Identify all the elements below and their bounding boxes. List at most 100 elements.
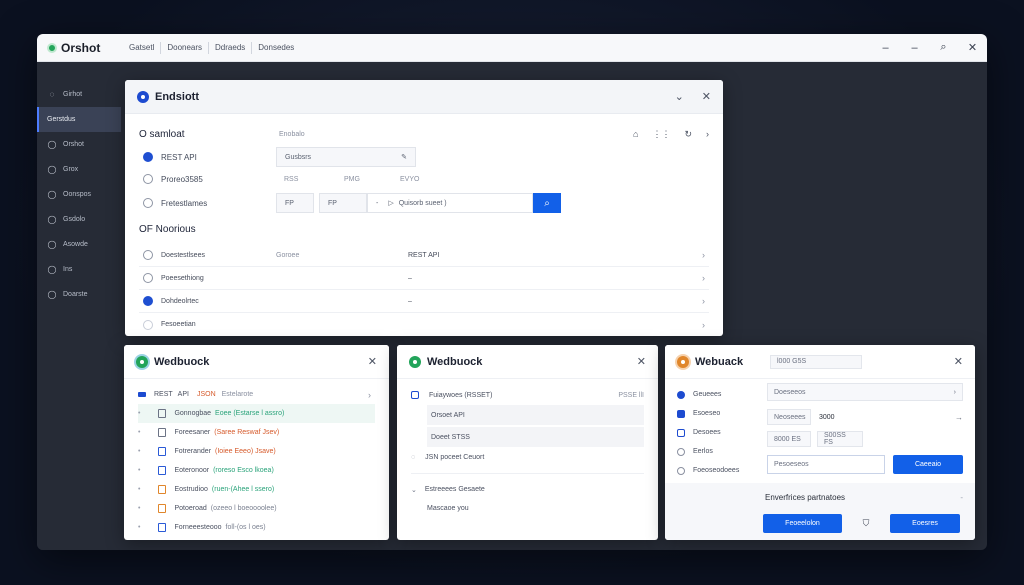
field-value: Gusbsrs xyxy=(285,153,312,161)
search-input[interactable]: - ▷ Quisorb sueet ) xyxy=(367,193,533,213)
sidebar-item-label: Asowde xyxy=(63,241,88,248)
menu-item-3[interactable]: Ddraeds xyxy=(208,41,251,54)
sidebar-item-3[interactable]: ◯ Orshot xyxy=(37,132,121,157)
close-icon[interactable]: ✕ xyxy=(702,90,711,103)
side-label: Eerlos xyxy=(693,448,713,455)
side-item[interactable]: Geueees xyxy=(665,385,763,404)
chevron-right-icon[interactable]: › xyxy=(702,296,709,306)
radio-icon xyxy=(143,174,153,184)
field-r3b[interactable]: S00SS FS xyxy=(817,431,863,447)
row-rest-api[interactable]: REST API Gusbsrs ✎ xyxy=(139,146,709,168)
api-icon xyxy=(143,152,153,162)
primary-button-2[interactable]: Eoesres xyxy=(890,514,960,533)
fp-field-1[interactable]: FP xyxy=(276,193,314,213)
list-item[interactable]: Fuiaywoes (RSSET) PSSE llI xyxy=(411,385,644,405)
close-icon[interactable]: ✕ xyxy=(637,355,646,368)
sidebar-item-7[interactable]: ◯ Asowde xyxy=(37,232,121,257)
shield-icon[interactable]: ⛉ xyxy=(842,518,890,529)
format-rss[interactable]: RSS xyxy=(284,176,344,183)
home-icon[interactable]: ⌂ xyxy=(633,129,638,140)
list-item[interactable]: • Gonnogbae Eoee (Estarse l assro) xyxy=(138,404,375,423)
gateway-field[interactable]: Gusbsrs ✎ xyxy=(276,147,416,167)
sidebar-item-1[interactable]: ◌ Girhot xyxy=(37,82,121,107)
sidebar-item-2[interactable]: Gerstdus xyxy=(37,107,121,132)
panel-body: Geueees Esoeseo Desoees Eerlos Foeoseodo… xyxy=(665,379,975,540)
top-field[interactable]: l000 G5S xyxy=(770,354,862,369)
sidebar-item-8[interactable]: ◯ Ins xyxy=(37,257,121,282)
panel-header: Wedbuock ✕ xyxy=(124,345,389,379)
item-name: Fotrerander xyxy=(174,448,212,455)
text-input[interactable]: Pesoeseos xyxy=(767,455,885,474)
list-item[interactable]: • Foreesaner (Saree Reswaf Jsev) xyxy=(138,423,375,442)
footer-item: Mascaoe you xyxy=(411,499,644,518)
field-r1[interactable]: Doeseeos › xyxy=(767,383,963,401)
footer-item[interactable]: ⌄ Estreeees Gesaete xyxy=(411,480,644,499)
format-evyo[interactable]: EVYO xyxy=(400,176,419,183)
close-icon[interactable]: ✕ xyxy=(368,355,377,368)
panel-icon xyxy=(409,355,421,368)
footer-title: Enverfrices partnatoes xyxy=(765,493,846,502)
chevron-down-icon[interactable]: ⌄ xyxy=(675,90,684,103)
chevron-right-icon[interactable]: › xyxy=(702,273,709,283)
app-logo[interactable]: Orshot xyxy=(47,41,123,55)
primary-button-1[interactable]: Feoeelolon xyxy=(763,514,842,533)
list-item[interactable]: Doestestlsees Goroee REST API › xyxy=(139,244,709,267)
format-pmg[interactable]: PMG xyxy=(344,176,400,183)
chevron-right-icon[interactable]: › xyxy=(706,129,709,140)
search-icon[interactable]: ⌕ xyxy=(929,41,958,54)
fp-field-2[interactable]: FP xyxy=(319,193,367,213)
list-item[interactable]: Poeesethiong – › xyxy=(139,267,709,290)
item-name: Forneeesteooo xyxy=(174,524,222,531)
sidebar-item-4[interactable]: ◯ Grox xyxy=(37,157,121,182)
app-window: Orshot Gatsetl Doonears Ddraeds Donsedes… xyxy=(37,34,987,550)
radio-icon xyxy=(143,273,153,283)
menu-item-4[interactable]: Donsedes xyxy=(251,41,300,54)
field-r3a[interactable]: 8000 ES xyxy=(767,431,811,447)
maximize-icon[interactable]: – xyxy=(900,42,929,54)
sidebar-item-9[interactable]: ◯ Doarste xyxy=(37,282,121,307)
list-item[interactable]: • Eostrudioo (ruen-(Ahee l ssero) xyxy=(138,480,375,499)
sidebar-item-6[interactable]: ◯ Gsdolo xyxy=(37,207,121,232)
panel-header: Wedbuock ✕ xyxy=(397,345,658,379)
chevron-right-icon[interactable]: › xyxy=(702,250,709,260)
close-icon[interactable]: ✕ xyxy=(958,41,987,54)
list-item[interactable]: Doeet STSS xyxy=(427,427,644,447)
refresh-icon[interactable]: ↻ xyxy=(684,129,692,140)
row-proto[interactable]: Proreo3585 RSS PMG EVYO xyxy=(139,168,709,190)
chevron-right-icon[interactable]: › xyxy=(702,320,709,330)
search-button[interactable]: ⌕ xyxy=(533,193,561,213)
sidebar: ◌ Girhot Gerstdus ◯ Orshot ◯ Grox ◯ Oonspos … xyxy=(37,62,121,550)
footer-actions: Feoeelolon ⛉ Eoesres xyxy=(763,514,963,533)
footer-title-row: Enverfrices partnatoes - xyxy=(765,493,963,502)
arrow-right-icon[interactable]: → xyxy=(955,413,963,422)
chevron-right-icon[interactable]: › xyxy=(368,390,375,400)
row-features[interactable]: Fretestlames FP FP - ▷ Quisorb sueet ) ⌕ xyxy=(139,190,709,216)
list-item[interactable]: • Fotrerander (Ioiee Eeeo) Jsave) xyxy=(138,442,375,461)
panel-title: Wedbuock xyxy=(427,355,483,368)
side-item[interactable]: Foeoseodoees xyxy=(665,461,763,480)
side-item[interactable]: Esoeseo xyxy=(665,404,763,423)
minimize-icon[interactable]: – xyxy=(871,42,900,54)
list-item[interactable]: Dohdeolrtec – › xyxy=(139,290,709,313)
menu-item-2[interactable]: Doonears xyxy=(160,41,208,54)
grid-icon[interactable]: ⋮⋮ xyxy=(652,129,670,140)
sidebar-item-label: Oonspos xyxy=(63,191,92,198)
side-item[interactable]: Desoees xyxy=(665,423,763,442)
list-item[interactable]: Orsoet API xyxy=(427,405,644,425)
file-icon xyxy=(158,447,167,456)
side-item[interactable]: Eerlos xyxy=(665,442,763,461)
list-item[interactable]: • Eoteronoor (roreso Esco lkoea) xyxy=(138,461,375,480)
menu-item-1[interactable]: Gatsetl xyxy=(123,42,160,54)
radio-icon xyxy=(143,250,153,260)
list-item[interactable]: • Potoeroad (ozeeo l boeoooolee) xyxy=(138,499,375,518)
sidebar-item-5[interactable]: ◯ Oonspos xyxy=(37,182,121,207)
chevron-down-icon: ⌄ xyxy=(411,486,417,494)
panel-c-footer: Enverfrices partnatoes - Feoeelolon ⛉ Eo… xyxy=(665,483,975,540)
item-tag: (roreso Esco lkoea) xyxy=(213,467,274,474)
submit-button[interactable]: Caeeaio xyxy=(893,455,963,474)
field-r2a[interactable]: Neoseees xyxy=(767,409,811,425)
list-item[interactable]: ◌ JSN poceet Ceuort xyxy=(411,447,644,467)
list-item[interactable]: Fesoeetian › xyxy=(139,313,709,336)
close-icon[interactable]: ✕ xyxy=(954,355,963,368)
list-item[interactable]: • Forneeesteooo foll-(os l oes) xyxy=(138,518,375,537)
